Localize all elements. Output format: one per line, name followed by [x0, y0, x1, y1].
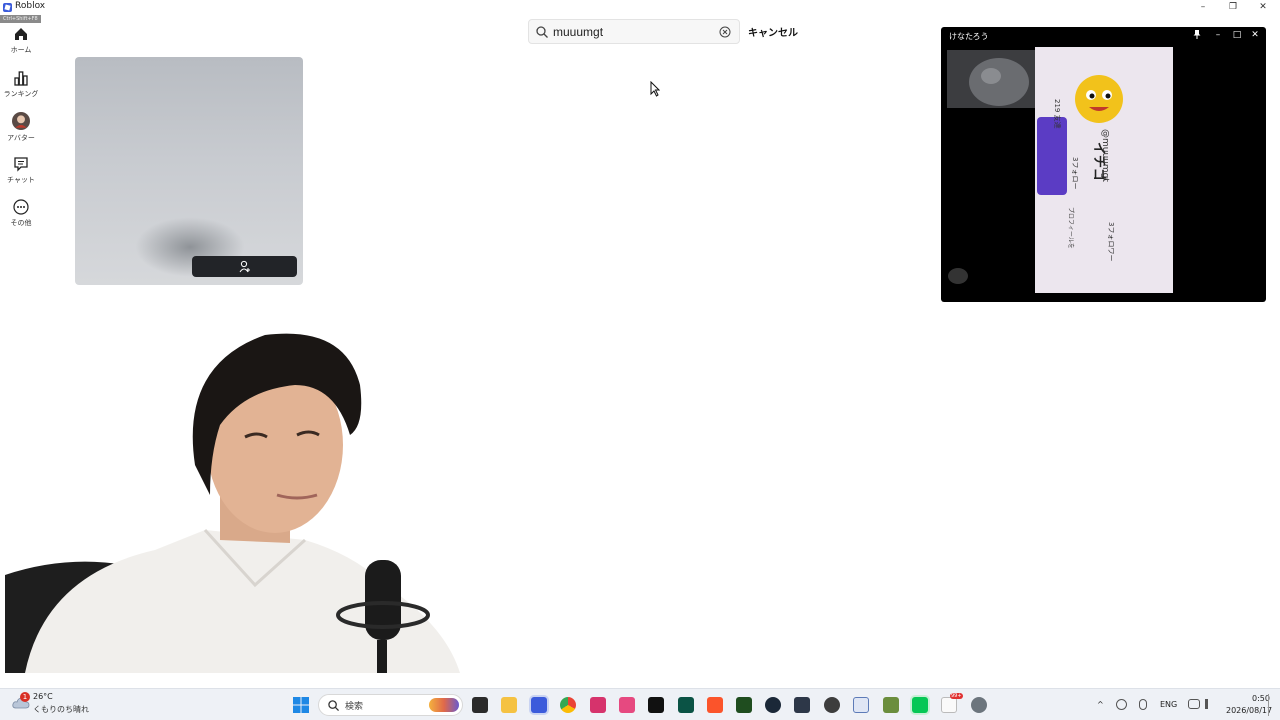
search-highlight-icon — [429, 698, 459, 712]
more-icon — [13, 199, 29, 215]
app-star-icon[interactable] — [853, 697, 869, 713]
nav-item-avatar[interactable]: アバター — [0, 112, 42, 143]
call-window-title: けなたろう — [949, 32, 989, 41]
tray-overflow-icon[interactable]: ^ — [1097, 700, 1104, 709]
show-desktop-divider[interactable] — [1268, 694, 1269, 716]
add-friend-icon — [239, 260, 250, 273]
window-title: Roblox — [15, 1, 46, 11]
steam-icon[interactable] — [765, 697, 781, 713]
phone-profile-text: プロフィールを — [1067, 207, 1074, 249]
app-teal-icon[interactable] — [678, 697, 694, 713]
roblox-taskbar-icon[interactable] — [531, 697, 547, 713]
taskbar-search-icon — [328, 700, 339, 711]
pin-icon[interactable] — [1190, 30, 1204, 42]
notification-count-badge: 99+ — [950, 693, 963, 699]
shared-phone-screen: イチゴ @muuumgt 3フォロー 3フォロワー 219 友達 プロフィールを — [1035, 47, 1173, 293]
cancel-button[interactable]: キャンセル — [748, 24, 798, 39]
call-close-button[interactable]: ✕ — [1248, 30, 1262, 40]
settings-gear-icon[interactable] — [971, 697, 987, 713]
restore-button[interactable]: ❐ — [1219, 0, 1247, 14]
taskbar-search-label: 検索 — [345, 702, 364, 712]
video-call-window: けなたろう – □ ✕ イチゴ @muuumgt 3フォロー 3フォロワー 21… — [941, 27, 1266, 302]
windows-start-icon[interactable] — [293, 697, 309, 713]
user-result-card[interactable] — [75, 57, 303, 285]
file-explorer-icon[interactable] — [501, 697, 517, 713]
nav-label-ranking: ランキング — [3, 90, 39, 98]
ranking-icon — [14, 71, 28, 86]
shortcut-tag: Ctrl+Shift+F8 — [0, 15, 41, 23]
notepad-icon[interactable] — [941, 697, 957, 713]
task-view-icon[interactable] — [472, 697, 488, 713]
line-badge-icon — [948, 268, 968, 284]
minimize-button[interactable]: – — [1189, 0, 1217, 14]
search-input[interactable] — [551, 23, 711, 41]
add-friend-button[interactable] — [192, 256, 297, 277]
nav-label-avatar: アバター — [7, 134, 35, 142]
avatar-icon — [12, 112, 30, 130]
nav-item-chat[interactable]: チャット — [0, 156, 42, 185]
weather-temp: 26°C — [33, 692, 53, 701]
line-icon[interactable] — [912, 697, 928, 713]
app-green-icon[interactable] — [736, 697, 752, 713]
nav-label-more: その他 — [10, 219, 32, 227]
chat-icon — [14, 157, 28, 172]
nav-item-ranking[interactable]: ランキング — [0, 70, 42, 99]
phone-follower-count: 3フォロワー — [1107, 222, 1115, 261]
language-indicator[interactable]: ENG — [1160, 700, 1177, 709]
search-box — [528, 19, 740, 44]
volume-icon[interactable] — [1205, 699, 1216, 709]
nav-item-more[interactable]: その他 — [0, 199, 42, 228]
minecraft-icon[interactable] — [883, 697, 899, 713]
microphone-icon[interactable] — [1139, 699, 1147, 710]
home-icon — [15, 28, 27, 40]
taskbar-search[interactable]: 検索 — [318, 694, 463, 716]
title-bar: Roblox – ❐ ✕ — [0, 0, 1280, 14]
taskbar: 1 26°C くもりのち晴れ 検索 99+ ^ ENG 0:50 2026/08… — [0, 688, 1280, 720]
clear-search-icon[interactable] — [719, 26, 731, 38]
webcam-streamer-overlay — [5, 333, 460, 673]
weather-alert-badge: 1 — [20, 692, 30, 702]
phone-friends-count: 219 友達 — [1053, 99, 1062, 129]
mouse-cursor-icon — [650, 81, 660, 97]
display-icon[interactable] — [1188, 699, 1200, 709]
weather-desc: くもりのち晴れ — [33, 705, 89, 714]
nav-label-chat: チャット — [7, 176, 35, 184]
chrome-icon[interactable] — [560, 697, 576, 713]
nav-label-home: ホーム — [10, 46, 32, 54]
brave-icon[interactable] — [707, 697, 723, 713]
terminal-icon[interactable] — [648, 697, 664, 713]
roblox-logo-icon — [3, 3, 12, 12]
phone-follow-count: 3フォロー — [1071, 157, 1079, 189]
app-dark-icon[interactable] — [794, 697, 810, 713]
obs-icon[interactable] — [824, 697, 840, 713]
call-maximize-button[interactable]: □ — [1230, 30, 1244, 40]
tiktok-icon[interactable] — [619, 697, 635, 713]
close-button[interactable]: ✕ — [1249, 0, 1277, 14]
call-minimize-button[interactable]: – — [1211, 30, 1225, 40]
network-icon[interactable] — [1116, 699, 1127, 710]
phone-handle: @muuumgt — [1100, 129, 1110, 182]
clock-date[interactable]: 2026/08/17 — [1226, 706, 1272, 715]
app-pink-icon[interactable] — [590, 697, 606, 713]
search-icon — [536, 26, 548, 38]
nav-item-home[interactable]: ホーム — [0, 26, 42, 55]
